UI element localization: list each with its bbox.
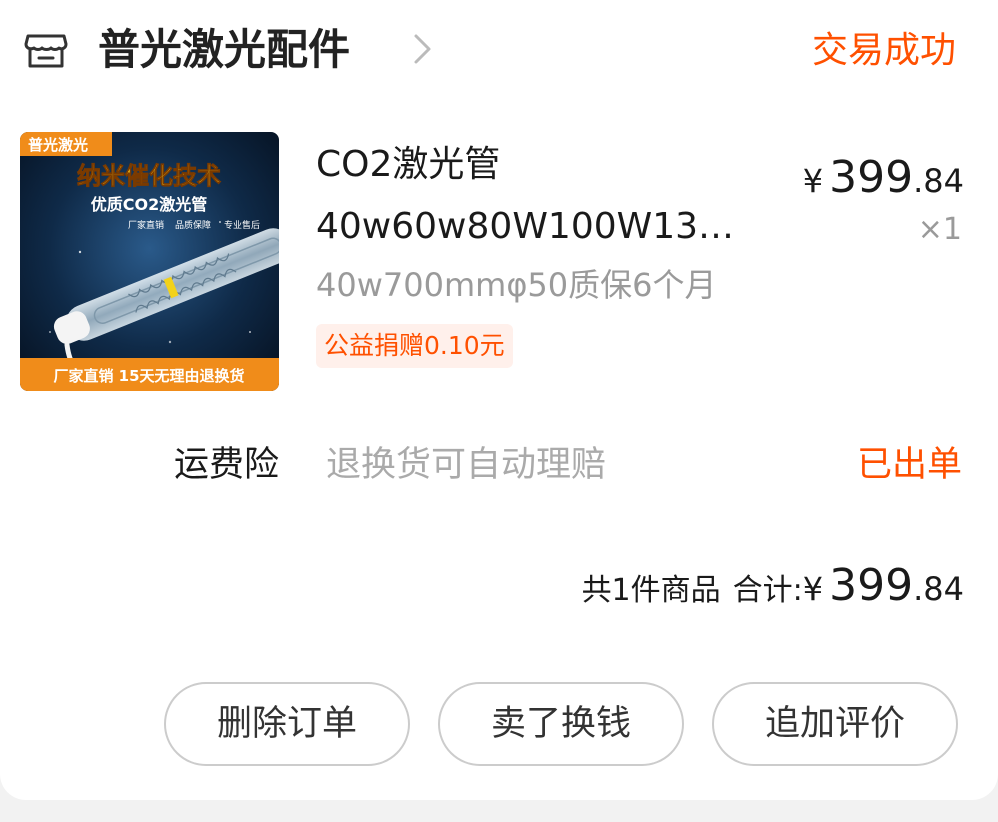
thumb-footer: 厂家直销 15天无理由退换货 xyxy=(53,367,244,385)
item-count: 共1件商品 xyxy=(581,573,721,608)
order-card: 普光激光配件 交易成功 普光激光 纳米催化技术 优质CO2激光管 厂家直销 品质… xyxy=(0,0,998,800)
product-title[interactable]: CO2激光管 40w60w80W100W13… xyxy=(316,134,776,258)
unit-price-decimal: .84 xyxy=(913,162,964,200)
thumb-feature-1: 厂家直销 xyxy=(128,219,164,231)
store-icon xyxy=(24,34,68,68)
order-summary: 共1件商品 合计:¥ 399.84 xyxy=(582,556,964,625)
shipping-insurance-status[interactable]: 已出单 xyxy=(857,440,962,490)
delete-order-button[interactable]: 删除订单 xyxy=(164,682,410,766)
shop-name[interactable]: 普光激光配件 xyxy=(98,22,350,78)
thumb-feature-3: 专业售后 xyxy=(224,219,260,231)
thumb-brand-tag: 普光激光 xyxy=(28,136,88,154)
unit-price-integer: 399 xyxy=(829,152,914,203)
product-image: 普光激光 纳米催化技术 优质CO2激光管 厂家直销 品质保障 专业售后 厂家直销… xyxy=(20,132,279,391)
total-price-integer: 399 xyxy=(829,560,914,611)
thumb-feature-2: 品质保障 xyxy=(175,219,211,231)
total-price-symbol: ¥ xyxy=(802,570,824,608)
sell-item-button[interactable]: 卖了换钱 xyxy=(438,682,684,766)
quantity: ×1 xyxy=(917,212,962,247)
unit-price-symbol: ¥ xyxy=(802,162,824,200)
shipping-insurance-label: 运费险 xyxy=(174,445,280,485)
charity-badge: 公益捐赠0.10元 xyxy=(316,324,513,368)
shipping-insurance-description: 退换货可自动理赔 xyxy=(326,445,607,485)
thumb-headline: 纳米催化技术 xyxy=(77,162,221,190)
add-review-button[interactable]: 追加评价 xyxy=(712,682,958,766)
product-title-line-1: CO2激光管 xyxy=(316,144,501,185)
chevron-right-icon[interactable] xyxy=(412,32,434,66)
unit-price: ¥399.84 xyxy=(803,148,964,217)
product-thumbnail[interactable]: 普光激光 纳米催化技术 优质CO2激光管 厂家直销 品质保障 专业售后 厂家直销… xyxy=(20,132,279,391)
product-sku: 40w700mmφ50质保6个月 xyxy=(316,266,717,304)
thumb-subhead: 优质CO2激光管 xyxy=(91,195,207,214)
order-status: 交易成功 xyxy=(811,30,956,71)
shop-header[interactable]: 普光激光配件 交易成功 xyxy=(0,0,998,100)
total-label: 合计: xyxy=(732,573,803,608)
total-price-decimal: .84 xyxy=(913,570,964,608)
product-title-line-2: 40w60w80W100W13… xyxy=(316,206,735,247)
